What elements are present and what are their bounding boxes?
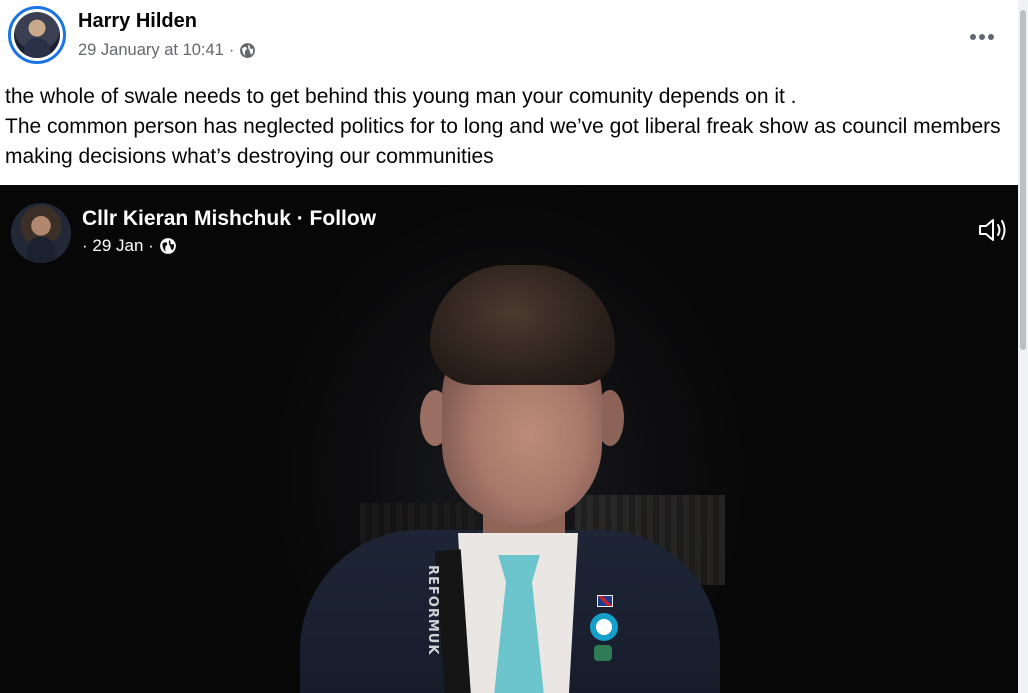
lanyard-text: REFORMUK <box>425 565 440 656</box>
globe-icon[interactable] <box>159 237 177 255</box>
small-pin <box>594 645 612 661</box>
video-author-avatar[interactable] <box>11 203 71 263</box>
author-name[interactable]: Harry Hilden <box>78 10 197 33</box>
hair <box>430 265 615 385</box>
post-caption: the whole of swale needs to get behind t… <box>5 82 1010 172</box>
video-subject: REFORMUK <box>300 265 720 693</box>
author-avatar[interactable] <box>8 6 66 64</box>
page-scrollbar[interactable] <box>1018 0 1028 693</box>
caption-line: the whole of swale needs to get behind t… <box>5 85 797 108</box>
more-options-icon[interactable] <box>968 30 996 44</box>
scrollbar-thumb[interactable] <box>1020 10 1026 350</box>
post-header: Harry Hilden 29 January at 10:41 · <box>8 6 1008 66</box>
meta-separator: · <box>228 41 235 59</box>
post-timestamp[interactable]: 29 January at 10:41 <box>78 41 224 60</box>
caption-line: The common person has neglected politics… <box>5 115 1001 168</box>
badge-pin <box>590 613 618 641</box>
speaker-icon[interactable] <box>976 215 1010 245</box>
globe-icon[interactable] <box>239 42 256 59</box>
video-meta: · 29 Jan · <box>82 236 177 256</box>
feed-post: Harry Hilden 29 January at 10:41 · the w… <box>0 0 1018 693</box>
shared-video[interactable]: REFORMUK Cllr Kieran Mishchuk · Follow ·… <box>0 185 1018 693</box>
flag-pin <box>597 595 613 607</box>
author-avatar-image <box>14 12 60 58</box>
video-date[interactable]: · 29 Jan · <box>82 236 154 256</box>
video-author-name[interactable]: Cllr Kieran Mishchuk · Follow <box>82 207 376 231</box>
post-meta: 29 January at 10:41 · <box>78 41 256 60</box>
